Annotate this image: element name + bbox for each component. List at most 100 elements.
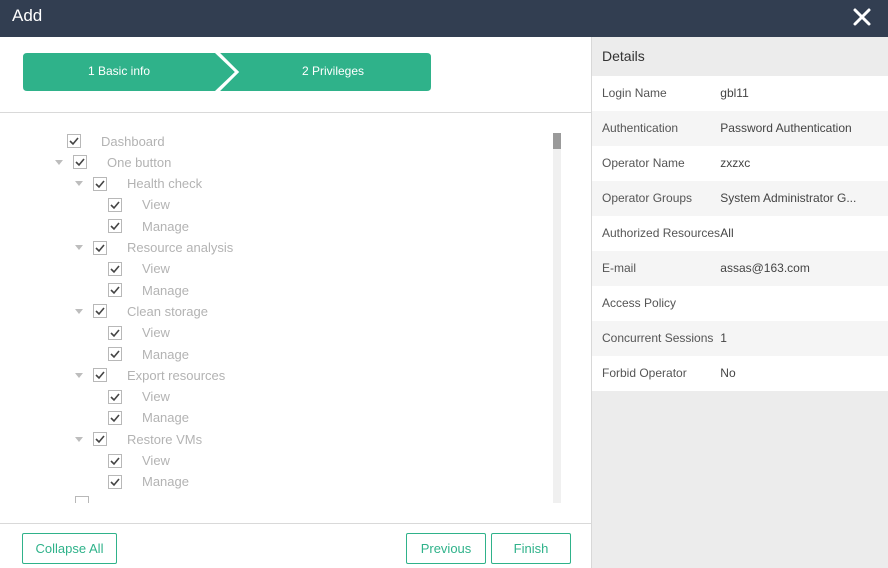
detail-row: Operator Name zxzxc bbox=[592, 146, 888, 181]
detail-value: zxzxc bbox=[720, 156, 751, 170]
tree-node[interactable]: View bbox=[108, 259, 170, 279]
detail-value: 1 bbox=[720, 331, 727, 345]
tree-node-label: Dashboard bbox=[101, 133, 165, 149]
tree-node-label: Manage bbox=[142, 410, 189, 426]
detail-row: Authentication Password Authentication bbox=[592, 111, 888, 146]
detail-value: Password Authentication bbox=[720, 121, 852, 135]
divider bbox=[0, 523, 591, 524]
expand-caret-icon[interactable] bbox=[75, 181, 83, 187]
tree-node[interactable]: Dashboard bbox=[67, 131, 165, 151]
dialog-title: Add bbox=[12, 6, 43, 25]
tree-node[interactable] bbox=[75, 493, 109, 503]
collapse-all-button[interactable]: Collapse All bbox=[22, 533, 117, 564]
tree-node-label: Export resources bbox=[127, 367, 226, 383]
tree-node-label: View bbox=[142, 197, 170, 213]
tree-node-label: Manage bbox=[142, 346, 189, 362]
details-list: Login Name gbl11 Authentication Password Au… bbox=[592, 76, 888, 391]
tree-node[interactable]: Manage bbox=[108, 344, 189, 364]
close-icon[interactable] bbox=[852, 7, 872, 27]
title-bar: Add bbox=[0, 0, 888, 37]
tree-node[interactable]: View bbox=[108, 387, 170, 407]
privilege-checkbox[interactable] bbox=[108, 325, 122, 340]
detail-key: Login Name bbox=[602, 86, 667, 100]
detail-key: Operator Groups bbox=[602, 191, 693, 205]
step-privileges[interactable]: 2 Privileges bbox=[235, 64, 431, 78]
tree-node[interactable]: View bbox=[108, 323, 170, 343]
tree-node[interactable]: Manage bbox=[108, 280, 189, 300]
privilege-checkbox[interactable] bbox=[108, 389, 122, 404]
finish-button[interactable]: Finish bbox=[491, 533, 571, 564]
detail-row: E-mail assas@163.com bbox=[592, 251, 888, 286]
detail-value bbox=[720, 296, 878, 311]
tree-node-label: View bbox=[142, 389, 170, 405]
detail-row: Forbid Operator No bbox=[592, 356, 888, 391]
tree-node[interactable]: Health check bbox=[75, 174, 202, 194]
tree-node-label: One button bbox=[107, 154, 172, 170]
tree-node[interactable]: Manage bbox=[108, 216, 189, 236]
privilege-checkbox[interactable] bbox=[108, 474, 122, 489]
privilege-checkbox[interactable] bbox=[75, 496, 89, 503]
wizard-steps: 1 Basic info 2 Privileges bbox=[23, 53, 431, 91]
detail-key: Access Policy bbox=[602, 296, 677, 310]
detail-value: gbl11 bbox=[720, 86, 749, 100]
privilege-checkbox[interactable] bbox=[108, 347, 122, 361]
tree-node[interactable]: Export resources bbox=[75, 365, 225, 385]
detail-key: Forbid Operator bbox=[602, 366, 687, 380]
detail-key: Authorized Resources bbox=[602, 226, 721, 240]
detail-value: All bbox=[720, 226, 734, 240]
tree-node-label: Resource analysis bbox=[127, 240, 234, 255]
detail-row: Login Name gbl11 bbox=[592, 76, 888, 111]
detail-key: Authentication bbox=[602, 121, 679, 135]
detail-row: Concurrent Sessions 1 bbox=[592, 321, 888, 356]
tree-node[interactable]: Resource analysis bbox=[75, 238, 233, 258]
tree-node[interactable]: Restore VMs bbox=[75, 429, 202, 449]
tree-node[interactable]: View bbox=[108, 451, 170, 471]
privilege-checkbox[interactable] bbox=[108, 283, 122, 298]
privilege-checkbox[interactable] bbox=[93, 368, 107, 383]
privilege-checkbox[interactable] bbox=[108, 219, 122, 234]
tree-node[interactable]: Clean storage bbox=[75, 301, 208, 321]
detail-value: System Administrator G... bbox=[720, 191, 857, 205]
privilege-checkbox[interactable] bbox=[93, 176, 107, 191]
detail-row: Operator Groups System Administrator G... bbox=[592, 181, 888, 216]
scrollbar-thumb[interactable] bbox=[553, 133, 561, 149]
tree-node-label: Manage bbox=[142, 474, 189, 490]
expand-caret-icon[interactable] bbox=[75, 245, 83, 250]
tree-node-label: Clean storage bbox=[127, 303, 208, 319]
privilege-checkbox[interactable] bbox=[93, 240, 107, 255]
privilege-checkbox[interactable] bbox=[108, 261, 122, 276]
privileges-panel: 1 Basic info 2 Privileges Dashboard One b… bbox=[0, 37, 591, 568]
expand-caret-icon[interactable] bbox=[55, 159, 63, 165]
detail-row: Authorized Resources All bbox=[592, 216, 888, 251]
tree-node[interactable]: View bbox=[108, 195, 170, 215]
details-title: Details bbox=[602, 48, 645, 64]
step-basic-info[interactable]: 1 Basic info bbox=[23, 64, 215, 78]
privilege-checkbox[interactable] bbox=[93, 432, 107, 447]
expand-caret-icon[interactable] bbox=[75, 372, 83, 378]
privilege-checkbox[interactable] bbox=[108, 197, 122, 212]
tree-node-label: Restore VMs bbox=[127, 431, 203, 447]
expand-caret-icon[interactable] bbox=[75, 308, 83, 314]
detail-value: assas@163.com bbox=[720, 261, 810, 275]
privilege-checkbox[interactable] bbox=[73, 155, 87, 170]
detail-key: Concurrent Sessions bbox=[602, 331, 714, 345]
divider bbox=[0, 112, 591, 113]
tree-node-label: View bbox=[142, 453, 170, 468]
tree-node-label: View bbox=[142, 325, 170, 341]
detail-value: No bbox=[720, 366, 736, 380]
privilege-checkbox[interactable] bbox=[108, 410, 122, 425]
privileges-tree: Dashboard One button Health check View Manag… bbox=[0, 131, 545, 503]
tree-node[interactable]: One button bbox=[55, 152, 171, 172]
privilege-checkbox[interactable] bbox=[67, 134, 81, 148]
tree-node-label: Health check bbox=[127, 176, 203, 192]
tree-scrollbar[interactable] bbox=[553, 133, 561, 503]
expand-caret-icon[interactable] bbox=[75, 436, 83, 442]
tree-node[interactable]: Manage bbox=[108, 408, 189, 428]
privilege-checkbox[interactable] bbox=[108, 453, 122, 468]
detail-row: Access Policy bbox=[592, 286, 888, 321]
detail-key: Operator Name bbox=[602, 156, 685, 170]
previous-button[interactable]: Previous bbox=[406, 533, 486, 564]
privilege-checkbox[interactable] bbox=[93, 304, 107, 319]
tree-node[interactable]: Manage bbox=[108, 472, 189, 492]
tree-node-label: Manage bbox=[142, 218, 189, 234]
